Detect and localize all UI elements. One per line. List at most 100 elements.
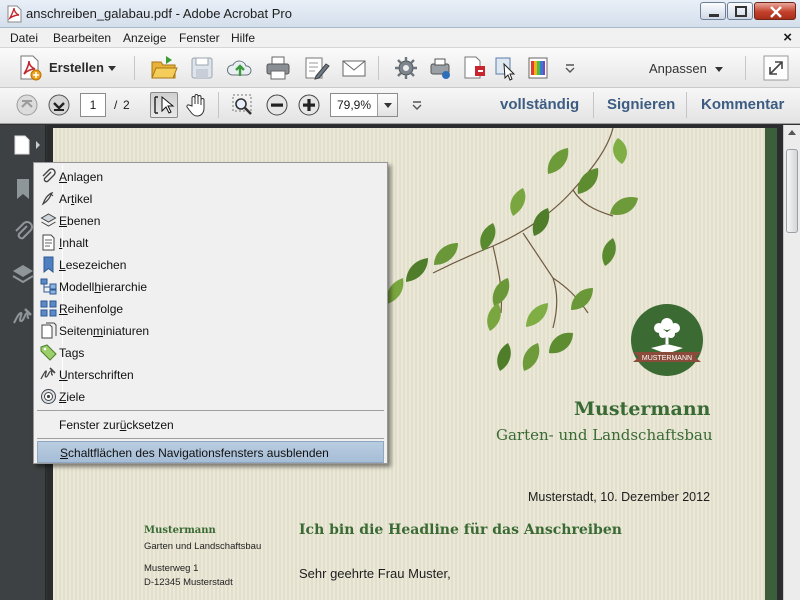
menu-item-label: Anlagen bbox=[59, 170, 104, 184]
scroll-thumb[interactable] bbox=[786, 149, 798, 233]
create-button[interactable]: Erstellen bbox=[49, 60, 104, 75]
bookmark-icon bbox=[43, 256, 54, 273]
menu-item-hide-nav-buttons[interactable]: Schaltflächen des Navigationsfensters au… bbox=[37, 441, 384, 463]
menu-item-label: Unterschriften bbox=[59, 368, 134, 382]
sender-subtitle: Garten und Landschaftsbau bbox=[144, 541, 262, 552]
menu-item-articles[interactable]: Artikel bbox=[37, 188, 384, 210]
letter-headline: Ich bin die Headline für das Anschreiben bbox=[299, 522, 622, 538]
maximize-icon bbox=[735, 6, 747, 17]
customize-dropdown-arrow[interactable] bbox=[715, 67, 723, 72]
next-page-icon[interactable] bbox=[46, 92, 72, 118]
toolbar-separator bbox=[745, 56, 746, 80]
menu-bearbeiten[interactable]: Bearbeiten bbox=[53, 31, 111, 45]
save-icon[interactable] bbox=[188, 54, 216, 82]
menu-anzeige[interactable]: Anzeige bbox=[123, 31, 166, 45]
hand-tool-icon[interactable] bbox=[184, 92, 210, 118]
maximize-button[interactable] bbox=[727, 2, 753, 20]
menu-fenster[interactable]: Fenster bbox=[179, 31, 220, 45]
navigation-panes-menu: Anlagen Artikel Ebenen Inhalt Lesezeiche… bbox=[33, 162, 388, 464]
close-icon bbox=[770, 6, 782, 18]
tools-pane-link[interactable]: vollständig bbox=[500, 96, 579, 113]
menu-hilfe[interactable]: Hilfe bbox=[231, 31, 255, 45]
navigation-toolbar: 1 / 2 79,9% vollständig Signieren Kommen… bbox=[0, 88, 800, 124]
sign-pane-link[interactable]: Signieren bbox=[607, 96, 675, 113]
comment-pane-link[interactable]: Kommentar bbox=[701, 96, 784, 113]
menu-item-model-tree[interactable]: Modellhierarchie bbox=[37, 276, 384, 298]
page-total: 2 bbox=[123, 98, 130, 112]
create-dropdown-arrow[interactable] bbox=[108, 66, 116, 71]
toolbar-separator bbox=[134, 56, 135, 80]
more-view-options-icon[interactable] bbox=[408, 92, 426, 118]
gear-icon[interactable] bbox=[392, 54, 420, 82]
title-bar: anschreiben_galabau.pdf - Adobe Acrobat … bbox=[0, 0, 800, 28]
menu-item-bookmarks[interactable]: Lesezeichen bbox=[37, 254, 384, 276]
layers-icon[interactable] bbox=[11, 262, 35, 286]
select-tool-button[interactable] bbox=[150, 92, 178, 118]
cloud-upload-icon[interactable] bbox=[226, 54, 254, 82]
zoom-dropdown-arrow[interactable] bbox=[377, 94, 397, 116]
bookmark-icon[interactable] bbox=[11, 177, 35, 201]
attachment-icon[interactable] bbox=[11, 220, 35, 244]
menu-item-reset-panes[interactable]: Fenster zurücksetzen bbox=[37, 414, 384, 436]
content-icon bbox=[42, 234, 55, 251]
tag-icon bbox=[40, 344, 57, 361]
layers-icon bbox=[40, 213, 57, 227]
zoom-level-select[interactable]: 79,9% bbox=[330, 93, 398, 117]
menu-item-layers[interactable]: Ebenen bbox=[37, 210, 384, 232]
zoom-in-icon[interactable] bbox=[296, 92, 322, 118]
window-title: anschreiben_galabau.pdf - Adobe Acrobat … bbox=[26, 6, 292, 21]
email-icon[interactable] bbox=[340, 54, 368, 82]
scroll-up-arrow[interactable] bbox=[788, 130, 796, 135]
cursor-tool-icon[interactable] bbox=[492, 54, 520, 82]
page-number-input[interactable]: 1 bbox=[80, 93, 106, 117]
close-window-button[interactable] bbox=[754, 2, 796, 20]
menu-datei[interactable]: Datei bbox=[10, 31, 38, 45]
logo-text: MUSTERMANN bbox=[642, 355, 692, 362]
menu-separator bbox=[37, 438, 384, 439]
pdf-export-icon[interactable] bbox=[460, 54, 488, 82]
menu-item-page-thumbnails[interactable]: Seitenminiaturen bbox=[37, 320, 384, 342]
sender-name: Mustermann bbox=[144, 525, 216, 536]
toolbar-separator bbox=[593, 92, 594, 118]
print-icon[interactable] bbox=[264, 54, 292, 82]
menu-item-content[interactable]: Inhalt bbox=[37, 232, 384, 254]
create-pdf-icon[interactable] bbox=[16, 54, 44, 82]
expand-icon[interactable] bbox=[762, 54, 790, 82]
select-cursor-icon bbox=[154, 95, 175, 114]
menu-item-label: Ziele bbox=[59, 390, 86, 404]
menu-item-label: Seitenminiaturen bbox=[59, 324, 150, 338]
zoom-out-icon[interactable] bbox=[264, 92, 290, 118]
toolbar-separator bbox=[378, 56, 379, 80]
menu-item-label: Lesezeichen bbox=[59, 258, 127, 272]
edit-icon[interactable] bbox=[302, 54, 330, 82]
menu-item-label: Fenster zurücksetzen bbox=[59, 418, 174, 432]
minimize-icon bbox=[709, 14, 719, 17]
menu-item-order[interactable]: Reihenfolge bbox=[37, 298, 384, 320]
color-icon[interactable] bbox=[524, 54, 552, 82]
menu-item-label: Ebenen bbox=[59, 214, 101, 228]
sender-city: D-12345 Musterstadt bbox=[144, 577, 233, 588]
menu-item-signatures[interactable]: Unterschriften bbox=[37, 364, 384, 386]
page-thumbnails-icon[interactable] bbox=[12, 133, 44, 157]
open-folder-icon[interactable] bbox=[150, 54, 178, 82]
menu-separator bbox=[37, 410, 384, 411]
menu-item-label: Tags bbox=[59, 346, 85, 360]
menu-item-tags[interactable]: Tags bbox=[37, 342, 384, 364]
more-tools-icon[interactable] bbox=[556, 54, 584, 82]
company-logo: MUSTERMANN bbox=[631, 304, 703, 376]
signature-icon[interactable] bbox=[11, 305, 35, 329]
close-document-button[interactable]: × bbox=[783, 29, 792, 46]
date-line: Musterstadt, 10. Dezember 2012 bbox=[528, 490, 711, 504]
menu-item-label: Reihenfolge bbox=[59, 302, 124, 316]
customize-button[interactable]: Anpassen bbox=[649, 61, 707, 76]
marquee-zoom-icon[interactable] bbox=[230, 92, 256, 118]
toolbar-separator bbox=[218, 92, 219, 118]
menu-item-destinations[interactable]: Ziele bbox=[37, 386, 384, 408]
order-icon bbox=[40, 300, 57, 317]
acrobat-app-icon[interactable] bbox=[6, 5, 22, 23]
share-icon[interactable] bbox=[426, 54, 454, 82]
vertical-scrollbar[interactable] bbox=[783, 125, 800, 600]
minimize-button[interactable] bbox=[700, 2, 726, 20]
menu-item-attachments[interactable]: Anlagen bbox=[37, 166, 384, 188]
previous-page-icon[interactable] bbox=[14, 92, 40, 118]
